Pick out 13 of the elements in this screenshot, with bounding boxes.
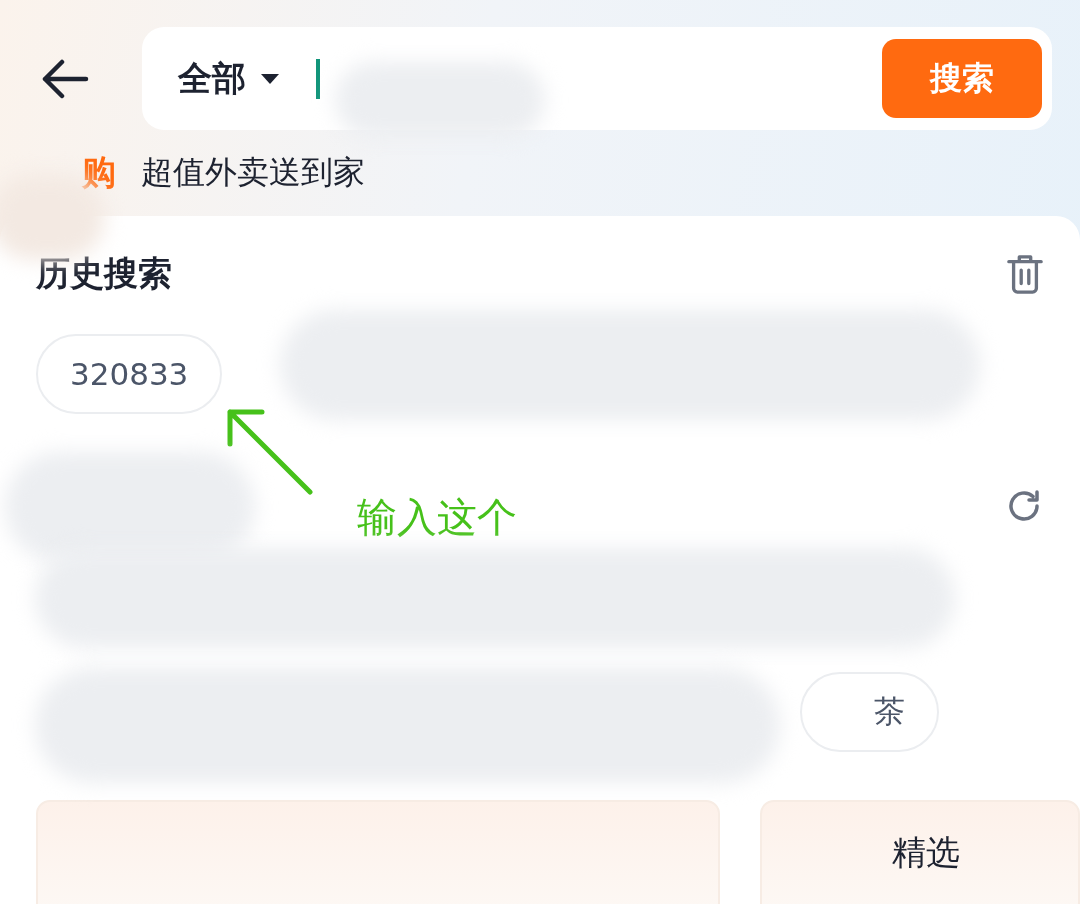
annotation-text: 输入这个 [357, 493, 517, 542]
scope-dropdown[interactable]: 全部 [178, 55, 246, 102]
search-chip[interactable]: 320833 [36, 334, 223, 414]
promo-label: 购 [82, 151, 116, 194]
promo-text: 超值外卖送到家 [141, 152, 365, 193]
card-title: 精选 [892, 831, 960, 874]
card-background[interactable]: 精选 [760, 800, 1080, 904]
back-arrow-icon[interactable] [40, 58, 90, 99]
section-title: 历史搜索 [36, 252, 172, 295]
search-chip[interactable]: 茶 [800, 672, 939, 752]
caret-icon [260, 72, 280, 85]
trash-icon[interactable] [1006, 253, 1044, 295]
text-cursor [316, 58, 320, 99]
